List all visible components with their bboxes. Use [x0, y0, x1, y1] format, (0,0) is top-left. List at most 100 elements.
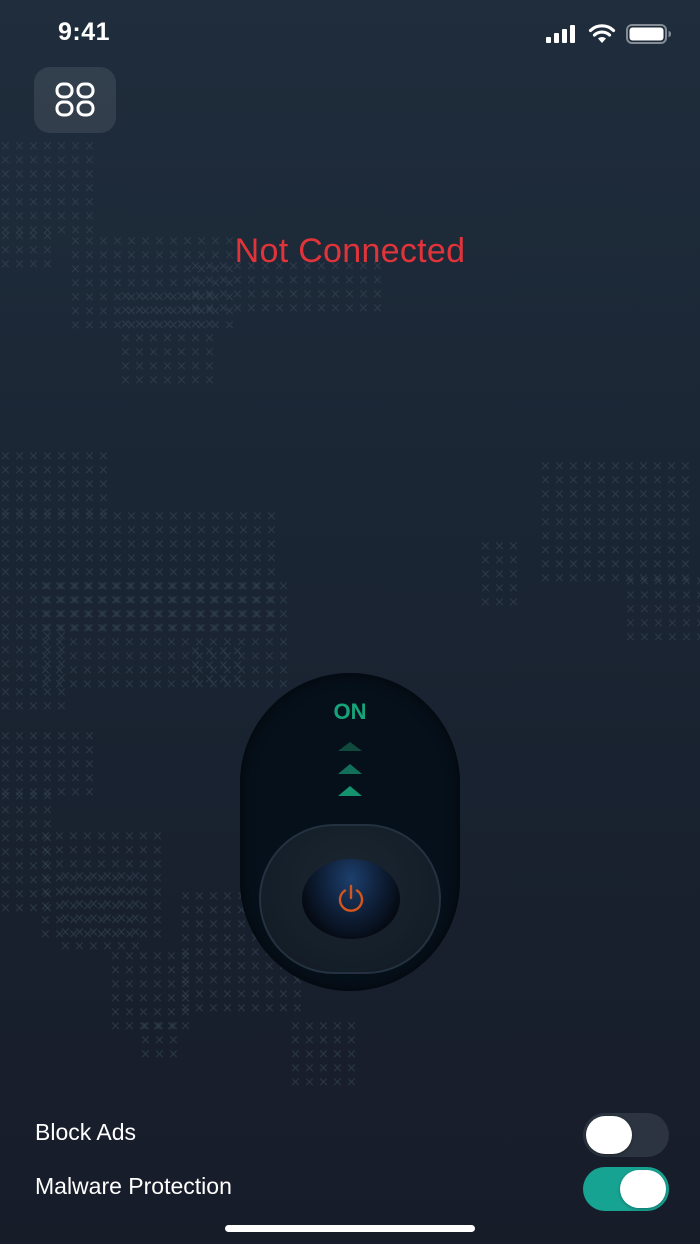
map-dot: ×	[102, 883, 113, 898]
map-dot: ×	[166, 579, 177, 594]
up-arrow-icon	[338, 764, 362, 774]
map-dot: ×	[110, 593, 121, 608]
map-dot: ×	[568, 473, 579, 488]
map-dot: ×	[625, 574, 636, 589]
map-dot: ×	[130, 883, 141, 898]
map-dot: ×	[208, 945, 219, 960]
map-dot: ×	[582, 543, 593, 558]
map-dot: ×	[0, 699, 11, 714]
map-dot: ×	[56, 195, 67, 210]
map-dot: ×	[0, 629, 11, 644]
block-ads-toggle[interactable]	[583, 1113, 669, 1157]
map-dot: ×	[224, 509, 235, 524]
map-dot: ×	[140, 537, 151, 552]
map-dot: ×	[302, 287, 313, 302]
map-dot: ×	[14, 817, 25, 832]
setting-malware-protection: Malware Protection	[35, 1167, 669, 1211]
map-dot: ×	[28, 757, 39, 772]
map-dot: ×	[302, 273, 313, 288]
map-dot: ×	[582, 515, 593, 530]
map-dot: ×	[82, 607, 93, 622]
map-dot: ×	[680, 487, 691, 502]
map-dot: ×	[236, 959, 247, 974]
map-dot: ×	[14, 477, 25, 492]
map-dot: ×	[14, 887, 25, 902]
map-dot: ×	[236, 973, 247, 988]
power-button[interactable]	[302, 859, 400, 939]
map-dot: ×	[14, 831, 25, 846]
map-dot: ×	[130, 869, 141, 884]
power-toggle[interactable]: ON	[240, 673, 460, 991]
map-dot: ×	[681, 630, 692, 645]
map-dot: ×	[208, 889, 219, 904]
map-dot: ×	[28, 771, 39, 786]
map-dot: ×	[208, 579, 219, 594]
map-dot: ×	[88, 911, 99, 926]
map-dot: ×	[98, 276, 109, 291]
map-dot: ×	[0, 523, 11, 538]
map-dot: ×	[204, 273, 215, 288]
map-dot: ×	[180, 991, 191, 1006]
map-dot: ×	[176, 359, 187, 374]
map-dot: ×	[162, 359, 173, 374]
map-dot: ×	[232, 273, 243, 288]
map-dot: ×	[264, 1001, 275, 1016]
map-dot: ×	[14, 565, 25, 580]
map-dot: ×	[666, 501, 677, 516]
map-dot: ×	[138, 607, 149, 622]
map-dot: ×	[152, 1005, 163, 1020]
map-dot: ×	[70, 523, 81, 538]
map-dot: ×	[667, 630, 678, 645]
map-dot: ×	[140, 1019, 151, 1034]
map-dot: ×	[120, 331, 131, 346]
menu-button[interactable]	[34, 67, 116, 133]
map-dot: ×	[0, 845, 11, 860]
map-dot: ×	[653, 588, 664, 603]
map-dot: ×	[639, 630, 650, 645]
home-indicator	[225, 1225, 475, 1232]
map-dot: ×	[152, 635, 163, 650]
map-dot: ×	[152, 871, 163, 886]
map-dot: ×	[110, 991, 121, 1006]
map-dot: ×	[264, 579, 275, 594]
map-dot: ×	[250, 621, 261, 636]
map-dot: ×	[180, 963, 191, 978]
map-dot: ×	[0, 509, 11, 524]
map-dot: ×	[124, 635, 135, 650]
map-dot: ×	[196, 523, 207, 538]
map-dot: ×	[148, 373, 159, 388]
map-dot: ×	[218, 658, 229, 673]
map-dot: ×	[252, 509, 263, 524]
map-dot: ×	[0, 593, 11, 608]
map-dot: ×	[274, 273, 285, 288]
map-dot: ×	[208, 973, 219, 988]
map-dot: ×	[56, 167, 67, 182]
map-dot: ×	[0, 579, 11, 594]
map-dot: ×	[166, 949, 177, 964]
map-dot: ×	[138, 663, 149, 678]
map-dot: ×	[96, 635, 107, 650]
map-dot: ×	[554, 515, 565, 530]
map-dot: ×	[96, 593, 107, 608]
map-dot: ×	[154, 523, 165, 538]
map-dot: ×	[232, 658, 243, 673]
map-dot: ×	[88, 939, 99, 954]
map-dot: ×	[96, 621, 107, 636]
map-dot: ×	[84, 771, 95, 786]
map-dot: ×	[666, 515, 677, 530]
map-dot: ×	[222, 1001, 233, 1016]
map-dot: ×	[84, 139, 95, 154]
map-dot: ×	[208, 621, 219, 636]
map-dot: ×	[56, 643, 67, 658]
map-dot: ×	[28, 523, 39, 538]
map-dot: ×	[96, 663, 107, 678]
map-dot: ×	[28, 743, 39, 758]
map-dot: ×	[68, 579, 79, 594]
map-dot: ×	[84, 181, 95, 196]
malware-protection-toggle[interactable]	[583, 1167, 669, 1211]
map-dot: ×	[54, 829, 65, 844]
map-dot: ×	[96, 649, 107, 664]
map-dot: ×	[264, 649, 275, 664]
map-dot: ×	[695, 602, 700, 617]
map-dot: ×	[264, 593, 275, 608]
